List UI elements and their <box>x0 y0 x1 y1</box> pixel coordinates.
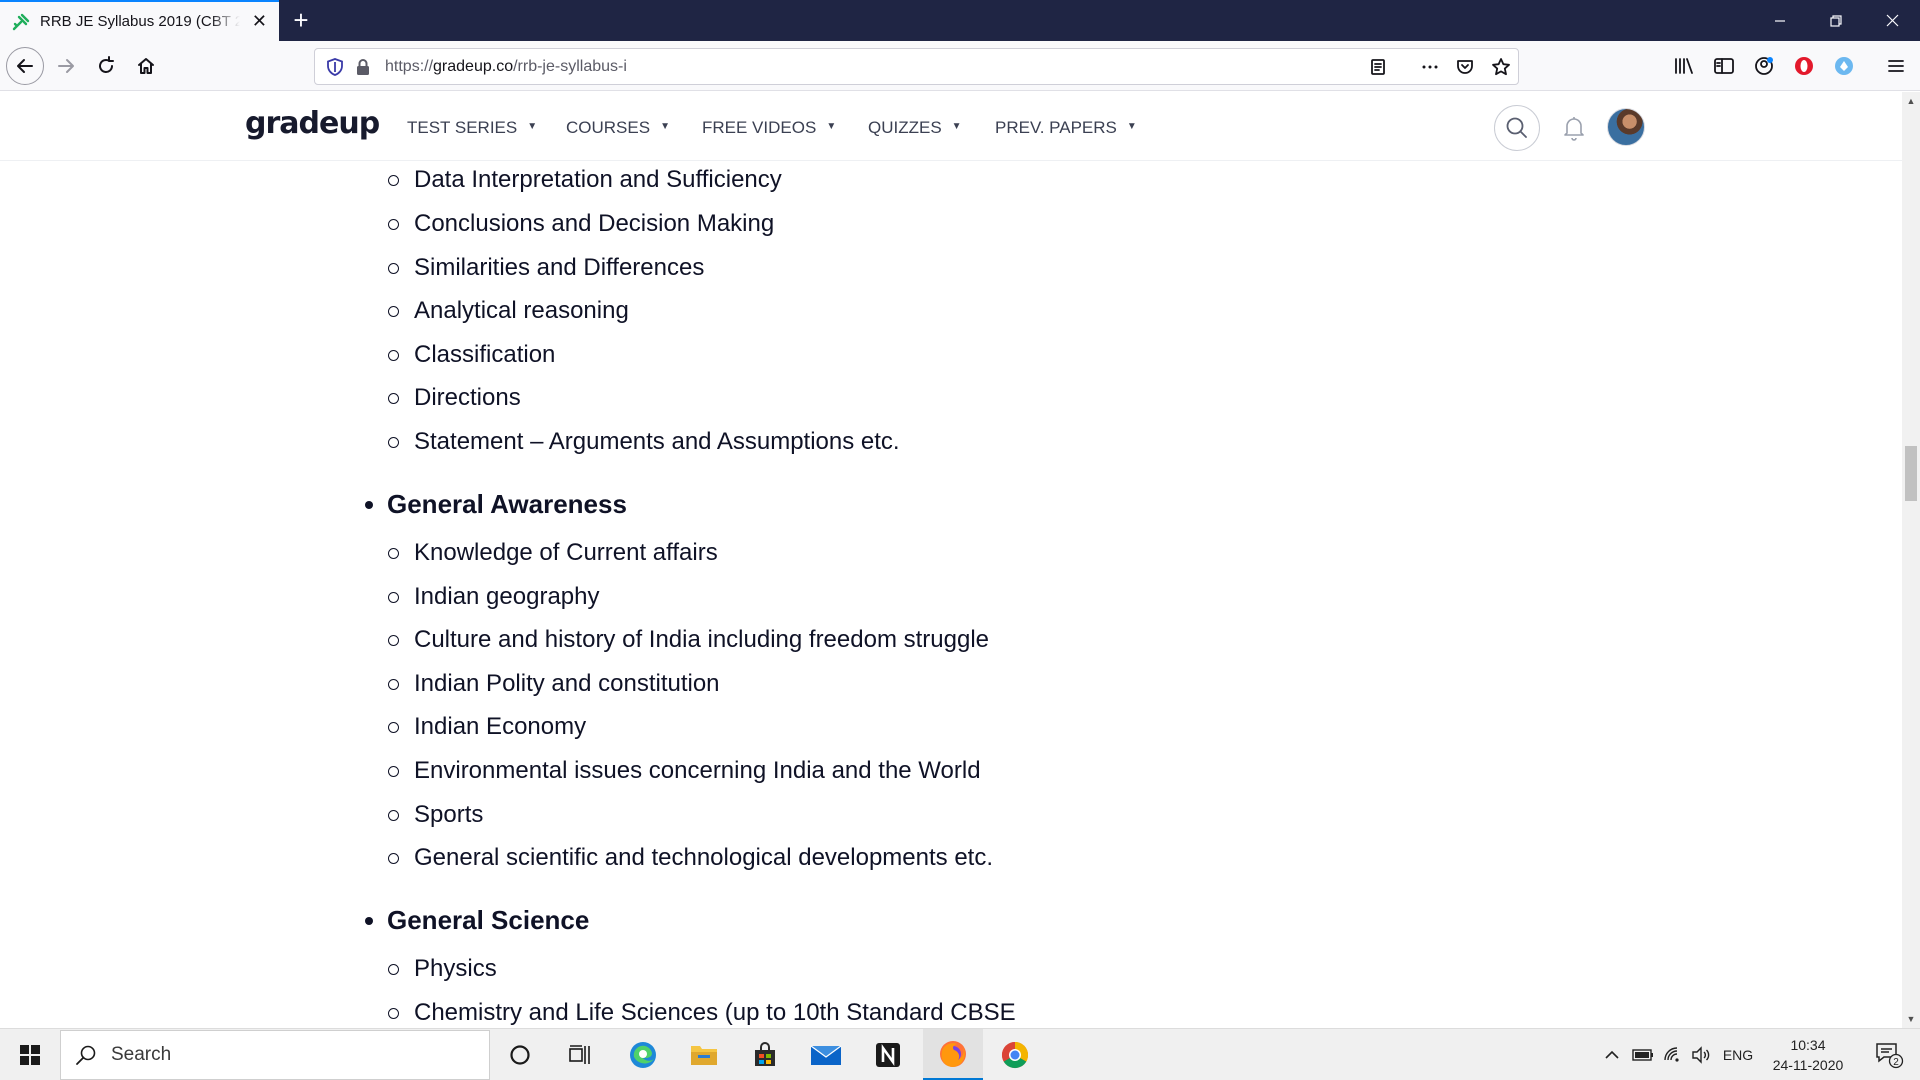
pocket-icon[interactable] <box>1455 57 1475 77</box>
library-icon[interactable] <box>1673 55 1695 77</box>
navigation-toolbar: https://gradeup.co/rrb-je-syllabus-i <box>0 41 1920 91</box>
chevron-down-icon: ▼ <box>826 120 837 132</box>
mail-icon[interactable] <box>796 1029 856 1080</box>
chevron-down-icon: ▼ <box>527 120 538 132</box>
list-item: Environmental issues concerning India an… <box>388 755 981 787</box>
file-explorer-icon[interactable] <box>674 1029 734 1080</box>
search-icon <box>1506 117 1527 138</box>
microsoft-store-icon[interactable] <box>735 1029 795 1080</box>
nav-test-series[interactable]: TEST SERIES ▼ <box>407 118 537 138</box>
extension-icon[interactable] <box>1833 55 1855 77</box>
tab-strip: RRB JE Syllabus 2019 (CBT 2 & 1) ✕ + <box>0 0 1920 41</box>
hamburger-menu-icon[interactable] <box>1885 55 1907 77</box>
taskbar-search-box[interactable]: Search <box>60 1030 490 1080</box>
site-favicon-icon <box>12 13 30 31</box>
url-text[interactable]: https://gradeup.co/rrb-je-syllabus-i <box>385 58 627 76</box>
list-item: Statement – Arguments and Assumptions et… <box>388 426 900 458</box>
action-center-icon[interactable]: 2 <box>1864 1029 1914 1080</box>
language-indicator[interactable]: ENG <box>1718 1029 1758 1080</box>
task-view-icon[interactable] <box>550 1029 610 1080</box>
article-content: Data Interpretation and Sufficiency Conc… <box>0 162 1902 1028</box>
show-hidden-icons-chevron-up-icon[interactable] <box>1600 1029 1624 1080</box>
chevron-down-icon: ▼ <box>660 120 670 132</box>
tab-close-icon[interactable]: ✕ <box>252 12 267 30</box>
list-item: Chemistry and Life Sciences (up to 10th … <box>388 997 1016 1028</box>
sidebar-toggle-icon[interactable] <box>1713 55 1735 77</box>
wifi-icon[interactable] <box>1660 1029 1686 1080</box>
site-search-button[interactable] <box>1494 105 1540 151</box>
gradeup-logo[interactable]: gradeup <box>245 106 380 141</box>
site-header: gradeup TEST SERIES ▼ COURSES ▼ FREE VIDEO… <box>0 92 1902 161</box>
list-item: Similarities and Differences <box>387 252 704 284</box>
list-item: Culture and history of India including f… <box>388 624 989 656</box>
address-bar[interactable]: https://gradeup.co/rrb-je-syllabus-i <box>314 48 1519 85</box>
section-heading-general-science: General Science <box>364 905 590 935</box>
home-button[interactable] <box>127 47 165 85</box>
user-avatar[interactable] <box>1607 108 1645 146</box>
volume-icon[interactable] <box>1688 1029 1714 1080</box>
clock-date: 24-11-2020 <box>1772 1057 1844 1073</box>
nav-prev-papers[interactable]: PREV. PAPERS ▼ <box>995 118 1137 138</box>
search-icon <box>76 1045 96 1065</box>
chevron-down-icon: ▼ <box>1126 120 1137 132</box>
list-item: Conclusions and Decision Making <box>387 208 774 240</box>
reload-button[interactable] <box>87 47 125 85</box>
restore-button[interactable] <box>1808 0 1864 41</box>
battery-icon[interactable] <box>1630 1029 1656 1080</box>
minimize-button[interactable] <box>1752 0 1808 41</box>
forward-button[interactable] <box>47 47 85 85</box>
taskbar-search-label: Search <box>111 1044 172 1065</box>
edge-browser-icon[interactable] <box>613 1029 673 1080</box>
nav-courses[interactable]: COURSES ▼ <box>566 118 670 138</box>
list-item: General scientific and technological dev… <box>388 842 993 874</box>
chrome-icon[interactable] <box>985 1029 1045 1080</box>
windows-logo-icon <box>20 1045 40 1065</box>
list-item: Knowledge of Current affairs <box>388 537 718 569</box>
reader-view-icon[interactable] <box>1368 57 1388 77</box>
lock-icon[interactable] <box>353 57 373 77</box>
bookmark-star-icon[interactable] <box>1491 57 1511 77</box>
scroll-down-arrow-icon[interactable]: ▼ <box>1902 1010 1920 1028</box>
scrollbar-thumb[interactable] <box>1905 446 1917 501</box>
tab-title: RRB JE Syllabus 2019 (CBT 2 & 1) <box>40 13 240 30</box>
new-tab-button[interactable]: + <box>286 6 316 36</box>
windows-start-button[interactable] <box>0 1029 60 1080</box>
page-scrollbar[interactable]: ▲ ▼ <box>1902 92 1920 1028</box>
cortana-icon[interactable] <box>490 1029 550 1080</box>
list-item: Sports <box>387 799 483 831</box>
tracking-shield-icon[interactable] <box>325 57 345 77</box>
system-clock[interactable]: 10:34 24-11-2020 <box>1766 1035 1850 1075</box>
list-item: Indian Economy <box>387 711 586 743</box>
back-button[interactable] <box>6 47 44 85</box>
clock-time: 10:34 <box>1790 1037 1826 1053</box>
account-icon[interactable] <box>1753 55 1775 77</box>
list-item: Physics <box>388 953 497 985</box>
list-item: Analytical reasoning <box>388 295 629 327</box>
list-item: Data Interpretation and Sufficiency <box>388 164 782 196</box>
list-item: Directions <box>388 382 521 414</box>
list-item: Classification <box>387 339 555 371</box>
firefox-icon[interactable] <box>923 1029 983 1080</box>
notifications-bell-icon[interactable] <box>1560 113 1588 143</box>
windows-taskbar: Search ENG 10:34 24-11-2020 2 <box>0 1028 1920 1080</box>
notion-app-icon[interactable] <box>858 1029 918 1080</box>
nav-quizzes[interactable]: QUIZZES ▼ <box>868 118 962 138</box>
close-window-button[interactable] <box>1864 0 1920 41</box>
list-item: Indian geography <box>387 581 599 613</box>
scroll-up-arrow-icon[interactable]: ▲ <box>1902 92 1920 110</box>
notification-count-badge: 2 <box>1893 1057 1899 1068</box>
list-item: Indian Polity and constitution <box>388 668 720 700</box>
nav-free-videos[interactable]: FREE VIDEOS ▼ <box>702 118 836 138</box>
chevron-down-icon: ▼ <box>951 120 962 132</box>
section-heading-general-awareness: General Awareness <box>365 489 627 519</box>
browser-tab-active[interactable]: RRB JE Syllabus 2019 (CBT 2 & 1) ✕ <box>0 0 279 41</box>
page-actions-icon[interactable] <box>1420 57 1440 77</box>
opera-extension-icon[interactable] <box>1793 55 1815 77</box>
